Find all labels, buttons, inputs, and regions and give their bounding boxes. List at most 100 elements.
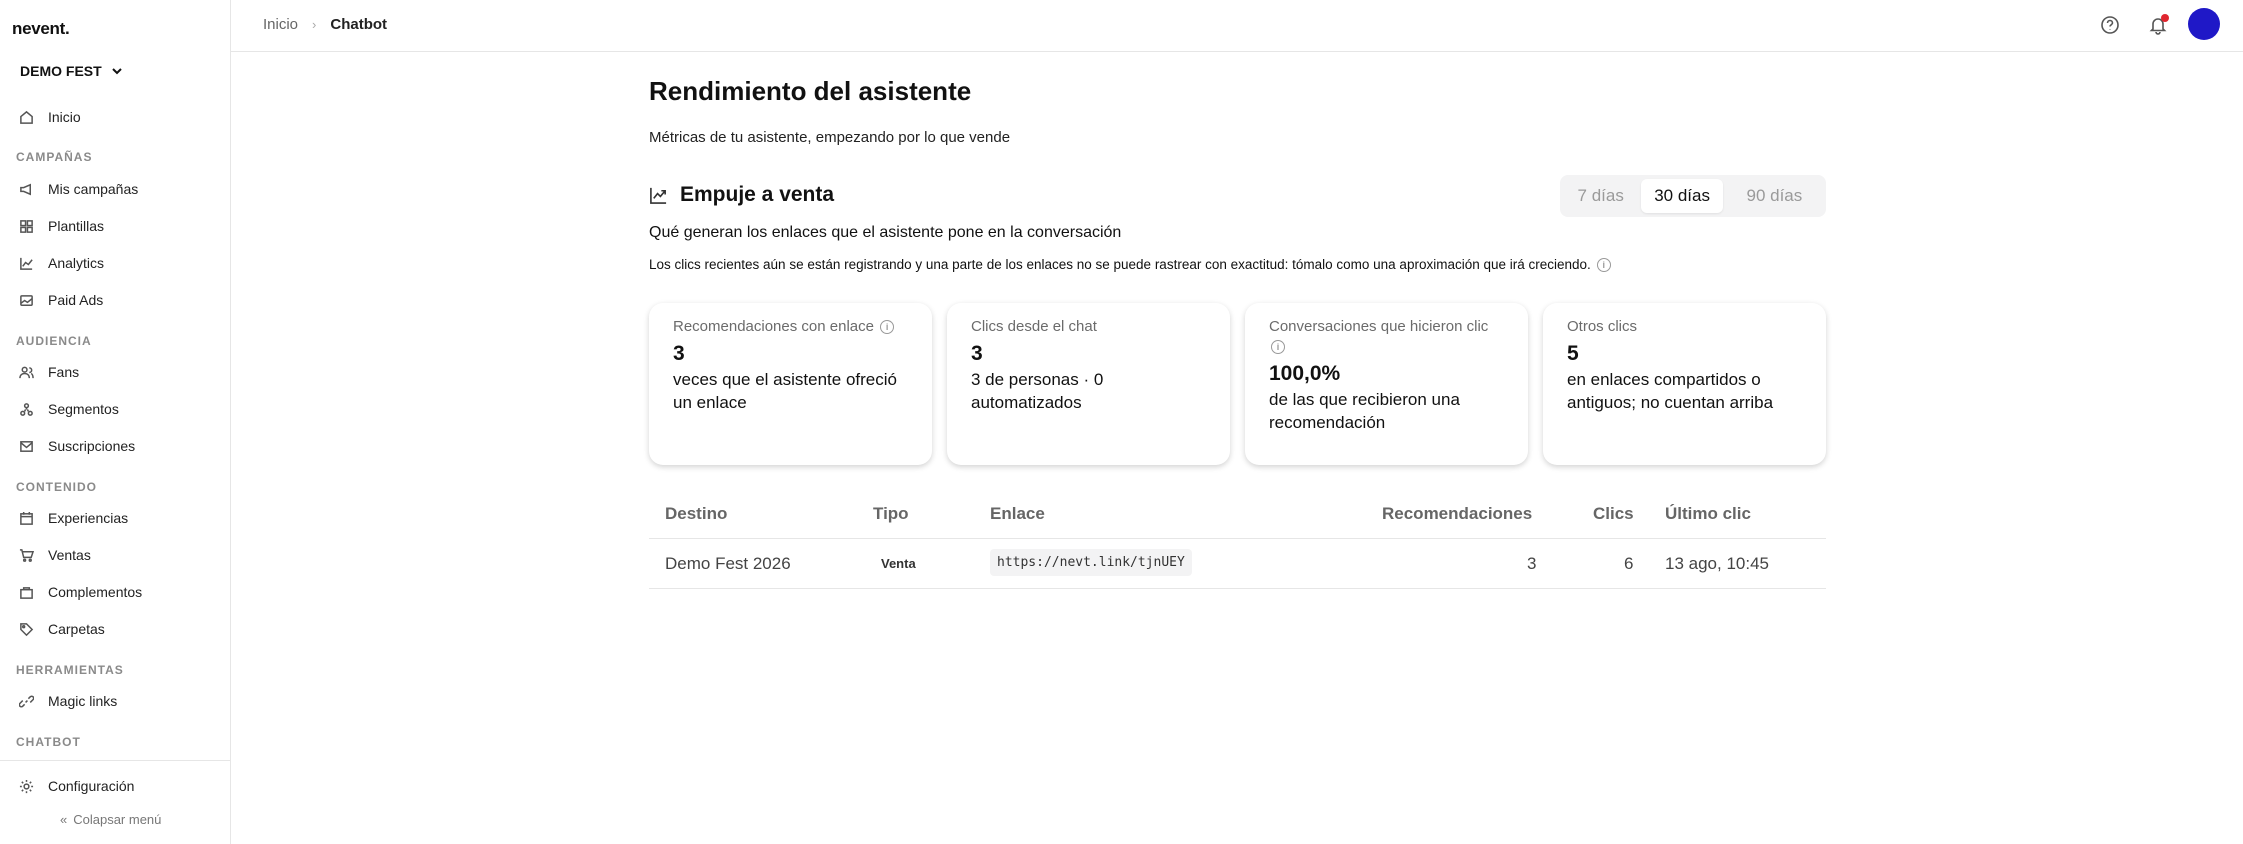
sidebar-item-label: Analytics — [48, 255, 105, 271]
section-description: Qué generan los enlaces que el asistente… — [649, 224, 1122, 241]
segments-icon — [20, 402, 33, 416]
sidebar-item-fans[interactable]: Fans — [19, 360, 79, 384]
sidebar-item-label: Plantillas — [48, 218, 105, 234]
sidebar-item-addons[interactable]: Complementos — [19, 580, 142, 604]
sidebar-item-label: Magic links — [48, 693, 118, 709]
collapse-menu-button[interactable]: « Colapsar menú — [60, 812, 161, 827]
section-campaigns: CAMPAÑAS — [16, 150, 93, 164]
sidebar-item-label: Carpetas — [48, 621, 105, 637]
section-audience: AUDIENCIA — [16, 334, 92, 348]
col-type[interactable]: Tipo — [873, 504, 909, 524]
col-last-click[interactable]: Último clic — [1665, 504, 1751, 524]
metric-label: Conversaciones que hicieron clic i — [1269, 318, 1489, 355]
metric-caption: 3 de personas · 0 automatizados — [971, 370, 1104, 412]
home-icon — [20, 110, 33, 124]
sidebar-item-analytics[interactable]: Analytics — [19, 251, 104, 275]
col-clicks[interactable]: Clics — [1593, 504, 1634, 524]
metric-card-other-clicks: Otros clics 5 en enlaces compartidos o a… — [1543, 303, 1826, 465]
info-icon[interactable]: i — [1271, 340, 1285, 355]
metric-card-recommendations: Recomendaciones con enlace i 3 veces que… — [649, 303, 932, 465]
image-icon — [20, 294, 33, 306]
breadcrumb: Inicio › Chatbot — [263, 16, 387, 33]
sidebar-item-label: Suscripciones — [48, 438, 136, 454]
breadcrumb-inicio[interactable]: Inicio — [263, 16, 298, 33]
cart-icon — [19, 548, 34, 562]
notification-badge — [2161, 14, 2169, 22]
metric-value: 3 — [971, 342, 983, 365]
col-recommendations[interactable]: Recomendaciones — [1382, 504, 1532, 524]
range-90-days[interactable]: 90 días — [1727, 179, 1822, 213]
metric-value: 3 — [673, 342, 685, 365]
mail-icon — [20, 440, 33, 452]
help-icon[interactable] — [2100, 15, 2120, 35]
metric-caption: de las que recibieron una recomendación — [1269, 390, 1460, 432]
sidebar: nevent. DEMO FEST Inicio CAMPAÑAS Mis ca… — [0, 0, 231, 844]
sidebar-item-label: Segmentos — [48, 401, 119, 417]
gear-icon — [19, 779, 34, 793]
sidebar-item-campaigns[interactable]: Mis campañas — [19, 177, 138, 201]
info-icon[interactable]: i — [880, 320, 895, 335]
link-icon — [19, 695, 34, 707]
sidebar-item-label: Paid Ads — [48, 292, 104, 308]
chevron-down-icon — [111, 68, 122, 75]
cell-link[interactable]: https://nevt.link/tjnUEY — [990, 549, 1192, 576]
range-30-days[interactable]: 30 días — [1641, 179, 1723, 213]
table-row[interactable]: Demo Fest 2026 Venta https://nevt.link/t… — [649, 539, 1826, 589]
bag-icon — [20, 586, 33, 599]
sidebar-item-settings[interactable]: Configuración — [19, 774, 134, 798]
col-link[interactable]: Enlace — [990, 504, 1045, 524]
grid-icon — [20, 219, 33, 233]
section-tools: HERRAMIENTAS — [16, 663, 124, 677]
org-name: DEMO FEST — [20, 63, 102, 79]
megaphone-icon — [20, 183, 31, 195]
sidebar-item-sales[interactable]: Ventas — [19, 543, 91, 567]
section-header: Empuje a venta — [649, 183, 834, 207]
section-content: CONTENIDO — [16, 480, 97, 494]
section-title: Empuje a venta — [680, 183, 835, 206]
cell-clicks: 6 — [1624, 554, 1634, 573]
app-logo[interactable]: nevent. — [12, 19, 70, 39]
sidebar-item-paid-ads[interactable]: Paid Ads — [19, 288, 103, 312]
avatar[interactable] — [2188, 8, 2220, 40]
sidebar-item-segments[interactable]: Segmentos — [19, 397, 119, 421]
metric-card-chat-clicks: Clics desde el chat 3 3 de personas · 0 … — [947, 303, 1230, 465]
tracking-note: Los clics recientes aún se están registr… — [649, 257, 1611, 272]
sidebar-footer-divider — [0, 760, 231, 761]
sidebar-item-experiences[interactable]: Experiencias — [19, 506, 128, 530]
metric-value: 100,0% — [1269, 362, 1341, 385]
double-chevron-left-icon: « — [60, 812, 68, 827]
range-7-days[interactable]: 7 días — [1564, 179, 1637, 213]
chart-line-icon — [20, 257, 33, 270]
collapse-menu-label: Colapsar menú — [73, 812, 162, 827]
range-selector: 7 días 30 días 90 días — [1560, 175, 1826, 217]
sidebar-item-label: Mis campañas — [48, 181, 139, 197]
cell-recommendations: 3 — [1527, 554, 1537, 573]
col-destination[interactable]: Destino — [665, 504, 727, 524]
page-title: Rendimiento del asistente — [649, 76, 972, 106]
metric-caption: veces que el asistente ofreció un enlace — [673, 370, 897, 412]
metric-label: Otros clics — [1567, 318, 1638, 335]
sidebar-item-label: Experiencias — [48, 510, 129, 526]
sidebar-item-templates[interactable]: Plantillas — [19, 214, 104, 238]
sidebar-item-label: Ventas — [48, 547, 91, 563]
metric-value: 5 — [1567, 342, 1579, 365]
sidebar-item-magic-links[interactable]: Magic links — [19, 689, 117, 713]
table-header: Destino Tipo Enlace Recomendaciones Clic… — [649, 496, 1826, 539]
sidebar-item-label: Configuración — [48, 778, 135, 794]
metric-caption: en enlaces compartidos o antiguos; no cu… — [1567, 370, 1774, 412]
breadcrumb-chatbot: Chatbot — [330, 16, 388, 33]
notifications-bell-icon[interactable] — [2148, 14, 2169, 35]
org-selector[interactable]: DEMO FEST — [20, 63, 124, 79]
sidebar-item-label: Complementos — [48, 584, 143, 600]
sidebar-item-folders[interactable]: Carpetas — [19, 617, 105, 641]
sidebar-item-inicio[interactable]: Inicio — [19, 105, 81, 129]
page-subtitle: Métricas de tu asistente, empezando por … — [649, 129, 1011, 146]
cell-last-click: 13 ago, 10:45 — [1665, 554, 1769, 573]
users-icon — [19, 366, 34, 378]
sidebar-item-subscriptions[interactable]: Suscripciones — [19, 434, 135, 458]
tag-icon — [20, 622, 34, 636]
info-icon[interactable]: i — [1596, 257, 1611, 272]
type-badge: Venta — [881, 556, 916, 571]
metric-label: Clics desde el chat — [971, 318, 1097, 335]
chevron-right-icon: › — [312, 17, 317, 32]
